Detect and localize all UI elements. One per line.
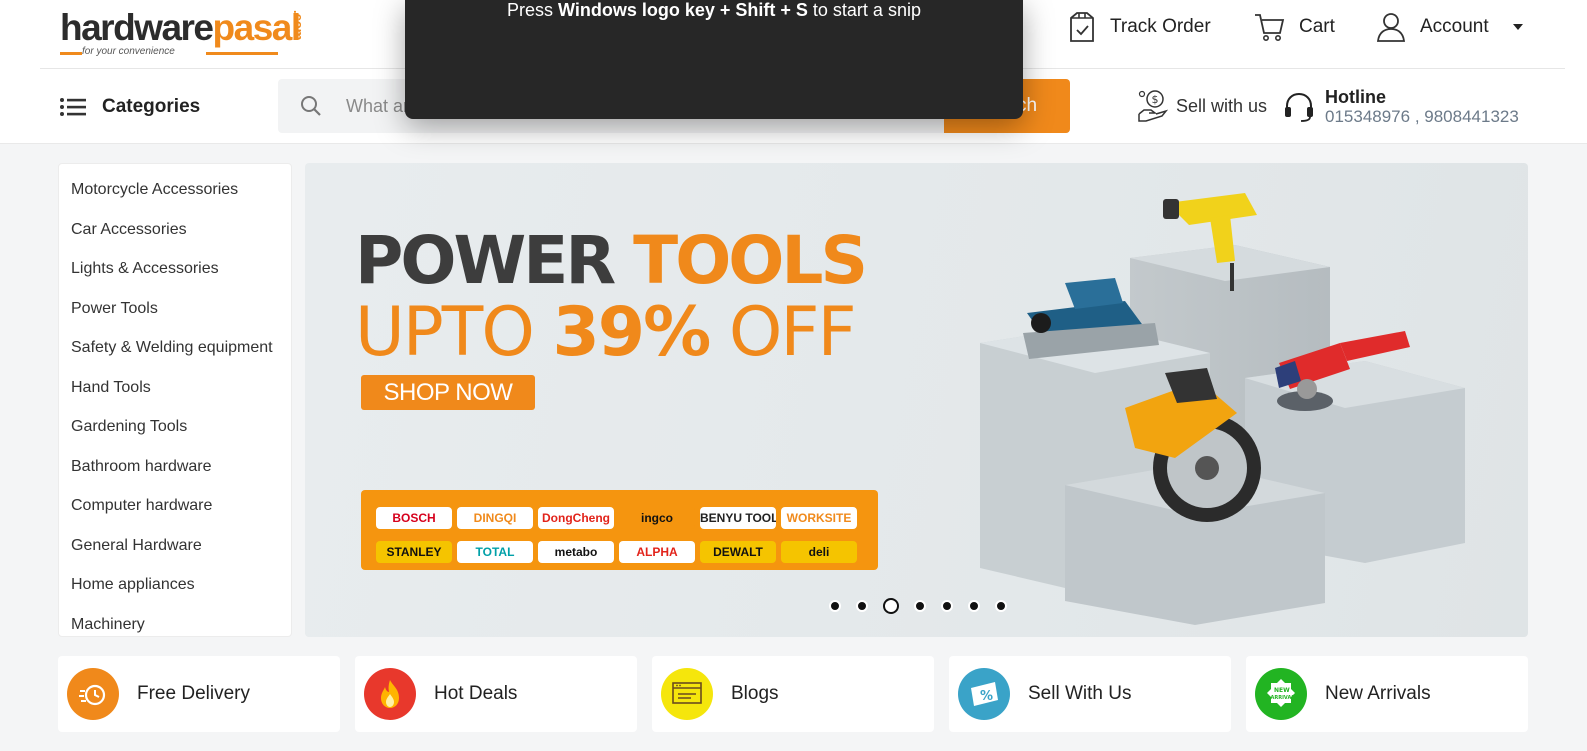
feature-label: Blogs xyxy=(731,683,779,704)
carousel-dot[interactable] xyxy=(883,598,899,614)
cart-label: Cart xyxy=(1299,16,1335,37)
new-badge-icon: NEW ARRIVAL xyxy=(1255,668,1307,720)
banner-headline-orange: TOOLS xyxy=(633,222,868,299)
feature-label: New Arrivals xyxy=(1325,683,1431,704)
logo-underline xyxy=(206,52,278,55)
sidebar-item[interactable]: Gardening Tools xyxy=(59,407,291,447)
brand-logo: DongCheng xyxy=(538,507,614,529)
carousel-dot[interactable] xyxy=(968,600,980,612)
snip-press: Press xyxy=(507,0,559,20)
brand-logo: DINGQI xyxy=(457,507,533,529)
brand-logo: metabo xyxy=(538,541,614,563)
carousel-dot[interactable] xyxy=(856,600,868,612)
headset-icon xyxy=(1285,92,1313,122)
hotline-title: Hotline xyxy=(1325,87,1386,107)
sidebar-item[interactable]: Lights & Accessories xyxy=(59,249,291,289)
sidebar-item[interactable]: Hand Tools xyxy=(59,368,291,408)
brand-logo: ALPHA xyxy=(619,541,695,563)
feature-card[interactable]: Blogs xyxy=(652,656,934,732)
brand-logo: TOTAL xyxy=(457,541,533,563)
carousel-dots xyxy=(829,598,1007,614)
feature-card[interactable]: % Sell With Us xyxy=(949,656,1231,732)
logo-tagline: for your convenience xyxy=(82,46,175,57)
banner-discount-pre: UPTO xyxy=(355,293,553,372)
hamburger-icon xyxy=(60,98,86,116)
nav-account[interactable]: Account xyxy=(1376,10,1523,44)
svg-text:NEW: NEW xyxy=(1274,687,1290,694)
hotline: Hotline 015348976 , 9808441323 xyxy=(1283,87,1519,127)
carousel-dot[interactable] xyxy=(914,600,926,612)
brand-logos-panel: BOSCHDINGQIDongChengingcoBENYU TOOLSWORK… xyxy=(361,490,878,570)
carousel-dot[interactable] xyxy=(995,600,1007,612)
sidebar-item[interactable]: Motorcycle Accessories xyxy=(59,170,291,210)
sidebar-item[interactable]: General Hardware xyxy=(59,526,291,566)
banner-headline-dark: POWER xyxy=(355,222,634,299)
sidebar-item[interactable]: Home appliances xyxy=(59,565,291,605)
box-check-icon xyxy=(1070,12,1094,42)
feature-card[interactable]: Hot Deals xyxy=(355,656,637,732)
categories-label: Categories xyxy=(102,96,201,117)
snip-keys: Windows logo key + Shift + S xyxy=(558,0,808,20)
sidebar-item[interactable]: Power Tools xyxy=(59,289,291,329)
hero-banner[interactable]: POWER TOOLS UPTO 39% OFF SHOP NOW BOSCH D… xyxy=(305,163,1528,637)
snip-rest: to start a snip xyxy=(807,0,921,20)
logo-underline xyxy=(60,52,82,55)
logo-word-orange: pasal xyxy=(212,7,302,48)
shop-now-button[interactable]: SHOP NOW xyxy=(361,375,535,410)
banner-discount-post: OFF xyxy=(709,293,857,372)
brand-logo: WORKSITE xyxy=(781,507,857,529)
percent-tag-icon: % xyxy=(958,668,1010,720)
sidebar-item[interactable]: Bathroom hardware xyxy=(59,447,291,487)
cart-icon xyxy=(1255,14,1285,41)
feature-label: Sell With Us xyxy=(1028,683,1132,704)
nav-cart[interactable]: Cart xyxy=(1253,10,1335,44)
brand-logo: BENYU TOOLS xyxy=(700,507,776,529)
brand-logo: ingco xyxy=(619,507,695,529)
sidebar-item[interactable]: Car Accessories xyxy=(59,210,291,250)
brand-logo: STANLEY xyxy=(376,541,452,563)
banner-discount-value: 39% xyxy=(552,293,711,372)
svg-text:ARRIVAL: ARRIVAL xyxy=(1271,695,1296,701)
feature-label: Free Delivery xyxy=(137,683,250,704)
feature-label: Hot Deals xyxy=(434,683,518,704)
banner-headline: POWER TOOLS xyxy=(355,221,868,301)
logo-com: .com xyxy=(291,10,306,41)
brand-logo: DEWALT xyxy=(700,541,776,563)
fire-icon xyxy=(364,668,416,720)
category-sidebar: Motorcycle Accessories Car Accessories Lig… xyxy=(58,163,292,637)
feature-card[interactable]: Free Delivery xyxy=(58,656,340,732)
hotline-numbers[interactable]: 015348976 , 9808441323 xyxy=(1325,107,1519,127)
svg-text:$: $ xyxy=(1152,93,1159,106)
snip-tooltip-overlay: Press Windows logo key + Shift + S to st… xyxy=(405,0,1023,119)
account-label: Account xyxy=(1420,16,1489,37)
carousel-dot[interactable] xyxy=(829,600,841,612)
user-icon xyxy=(1376,13,1406,42)
feature-card[interactable]: NEW ARRIVAL New Arrivals xyxy=(1246,656,1528,732)
hand-money-icon: $ xyxy=(1138,90,1168,122)
delivery-icon xyxy=(67,668,119,720)
blog-icon xyxy=(661,668,713,720)
sell-with-us-link[interactable]: $ Sell with us xyxy=(1136,88,1267,124)
track-order-label: Track Order xyxy=(1110,16,1211,37)
banner-discount: UPTO 39% OFF xyxy=(355,293,857,373)
nav-track-order[interactable]: Track Order xyxy=(1068,10,1211,44)
brand-logo: deli xyxy=(781,541,857,563)
chevron-down-icon xyxy=(1512,24,1523,30)
power-tools-illustration xyxy=(980,193,1465,625)
site-logo[interactable]: hardwarepasal .com for your convenience xyxy=(58,6,308,58)
sidebar-item[interactable]: Safety & Welding equipment xyxy=(59,328,291,368)
search-icon xyxy=(301,96,321,116)
logo-word-dark: hardware xyxy=(60,7,214,48)
carousel-dot[interactable] xyxy=(941,600,953,612)
svg-text:%: % xyxy=(980,689,993,704)
sidebar-item[interactable]: Computer hardware xyxy=(59,486,291,526)
sell-with-us-label: Sell with us xyxy=(1176,95,1268,116)
sidebar-item[interactable]: Machinery xyxy=(59,605,291,645)
brand-logo: BOSCH xyxy=(376,507,452,529)
categories-menu-button[interactable]: Categories xyxy=(60,92,200,122)
